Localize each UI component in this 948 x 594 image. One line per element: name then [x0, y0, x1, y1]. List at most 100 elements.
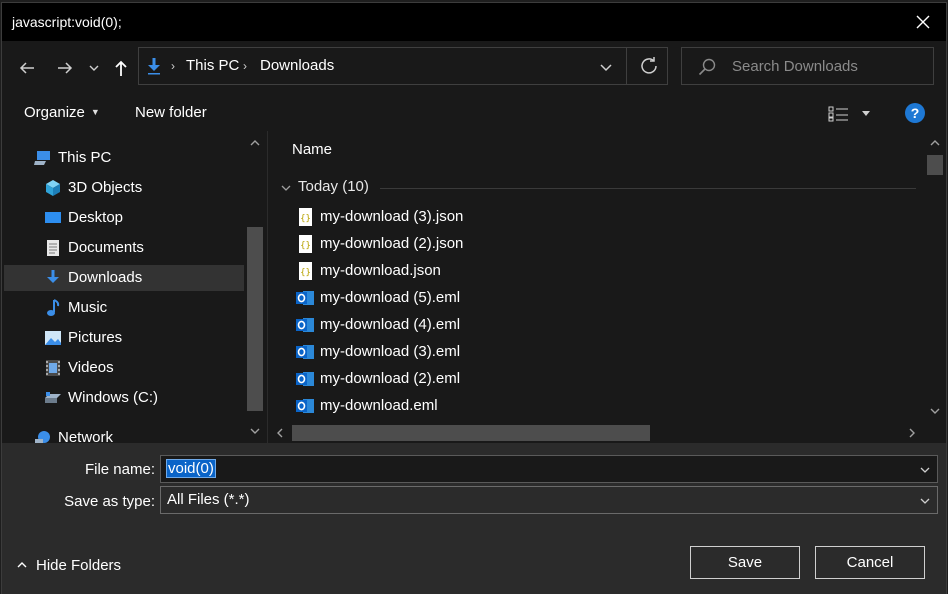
group-label: Today (10) — [298, 178, 369, 195]
breadcrumb-this-pc[interactable]: This PC — [186, 57, 239, 74]
organize-label: Organize — [24, 104, 85, 121]
search-box[interactable]: Search Downloads — [681, 47, 934, 85]
file-name-input[interactable]: void(0) — [166, 459, 216, 478]
file-name-field[interactable]: void(0) — [160, 455, 938, 483]
outlook-file-icon — [296, 399, 314, 413]
scrollbar-thumb[interactable] — [292, 425, 650, 441]
navigation-bar: › This PC › Downloads Search Downloads — [2, 41, 946, 95]
up-button[interactable] — [108, 55, 134, 81]
download-icon — [148, 58, 160, 75]
group-header-today[interactable]: Today (10) — [278, 178, 918, 200]
file-list-vertical-scrollbar[interactable] — [924, 131, 946, 423]
scrollbar-thumb[interactable] — [247, 227, 263, 411]
desktop-icon — [45, 212, 61, 223]
scrollbar-thumb[interactable] — [927, 155, 943, 175]
sidebar-item-network[interactable]: Network — [4, 425, 244, 443]
outlook-file-icon — [296, 345, 314, 359]
file-row[interactable]: my-download (5).eml — [292, 285, 912, 311]
sidebar-item-music[interactable]: Music — [4, 295, 244, 321]
chevron-right-icon[interactable] — [906, 427, 918, 439]
address-bar[interactable]: › This PC › Downloads — [138, 47, 668, 85]
file-name-label: File name: — [84, 461, 155, 478]
drive-icon — [45, 392, 61, 403]
help-button[interactable]: ? — [905, 103, 925, 123]
file-name: my-download.json — [320, 262, 441, 279]
back-button[interactable] — [14, 55, 40, 81]
forward-button[interactable] — [52, 55, 78, 81]
new-folder-button[interactable]: New folder — [135, 104, 207, 121]
sidebar-item-documents[interactable]: Documents — [4, 235, 244, 261]
list-view-icon — [828, 106, 848, 122]
sidebar-item-label: Downloads — [68, 269, 143, 286]
sidebar-item-windows-c[interactable]: Windows (C:) — [4, 385, 244, 411]
sidebar-item-label: Pictures — [68, 329, 123, 346]
file-row[interactable]: {} my-download.json — [292, 258, 912, 284]
sidebar-item-label: Network — [58, 429, 114, 443]
close-button[interactable] — [900, 3, 946, 41]
caret-down-icon: ▼ — [90, 107, 100, 117]
cancel-button[interactable]: Cancel — [815, 546, 925, 579]
chevron-left-icon[interactable] — [274, 427, 286, 439]
close-icon — [916, 15, 930, 29]
chevron-down-icon[interactable] — [597, 58, 615, 76]
sidebar-item-label: Music — [68, 299, 108, 316]
file-name: my-download.eml — [320, 397, 438, 414]
arrow-right-icon — [58, 62, 73, 74]
file-row[interactable]: my-download.eml — [292, 393, 912, 419]
file-row[interactable]: {} my-download (3).json — [292, 204, 912, 230]
breadcrumb-separator: › — [243, 59, 247, 73]
recent-locations-button[interactable] — [84, 55, 104, 81]
video-icon — [46, 360, 60, 376]
outlook-file-icon — [296, 318, 314, 332]
organize-button[interactable]: Organize ▼ — [24, 104, 100, 121]
file-row[interactable]: {} my-download (2).json — [292, 231, 912, 257]
sidebar-item-pictures[interactable]: Pictures — [4, 325, 244, 351]
save-as-type-value: All Files (*.*) — [167, 491, 250, 508]
sidebar-item-downloads[interactable]: Downloads — [4, 265, 244, 291]
outlook-file-icon — [296, 372, 314, 386]
chevron-up-icon[interactable] — [929, 137, 941, 149]
save-as-type-label: Save as type: — [64, 493, 155, 510]
refresh-icon[interactable] — [639, 56, 659, 76]
sidebar-item-videos[interactable]: Videos — [4, 355, 244, 381]
chevron-down-icon[interactable] — [929, 405, 941, 417]
download-icon — [47, 270, 59, 283]
sidebar-item-desktop[interactable]: Desktop — [4, 205, 244, 231]
navigation-scrollbar[interactable] — [244, 131, 266, 443]
chevron-down-icon[interactable] — [919, 464, 931, 476]
svg-text:{}: {} — [300, 241, 311, 251]
command-toolbar: Organize ▼ New folder ? — [2, 95, 946, 131]
column-header-name[interactable]: Name — [292, 141, 332, 158]
navigation-pane: This PC 3D Objects Desktop Documents Dow… — [2, 131, 267, 443]
chevron-up-icon[interactable] — [249, 137, 261, 149]
hide-folders-button[interactable]: Hide Folders — [16, 557, 121, 574]
save-button[interactable]: Save — [690, 546, 800, 579]
music-icon — [47, 299, 60, 316]
sidebar-item-this-pc[interactable]: This PC — [4, 145, 244, 171]
save-form: File name: void(0) Save as type: All Fil… — [2, 443, 946, 594]
cube-icon — [46, 180, 60, 196]
outlook-file-icon — [296, 291, 314, 305]
arrow-left-icon — [19, 62, 34, 74]
file-row[interactable]: my-download (4).eml — [292, 312, 912, 338]
file-name: my-download (3).eml — [320, 343, 461, 360]
chevron-down-icon — [920, 498, 930, 504]
divider — [626, 48, 627, 84]
file-row[interactable]: my-download (3).eml — [292, 339, 912, 365]
file-row[interactable]: my-download (2).eml — [292, 366, 912, 392]
sidebar-item-label: Documents — [68, 239, 144, 256]
sidebar-item-3d-objects[interactable]: 3D Objects — [4, 175, 244, 201]
chevron-up-icon — [17, 562, 27, 568]
sidebar-item-label: This PC — [58, 149, 112, 166]
search-input[interactable]: Search Downloads — [732, 58, 858, 75]
arrow-up-icon — [115, 60, 127, 76]
file-list-horizontal-scrollbar[interactable] — [268, 423, 924, 443]
breadcrumb-downloads[interactable]: Downloads — [260, 57, 334, 74]
change-view-button[interactable] — [828, 104, 876, 124]
file-name: my-download (3).json — [320, 208, 464, 225]
file-list-pane: Name Today (10) {} my-download (3).json … — [268, 131, 946, 443]
chevron-down-icon[interactable] — [249, 425, 261, 437]
json-file-icon: {} — [299, 262, 312, 280]
save-as-type-select[interactable]: All Files (*.*) — [160, 486, 938, 514]
hide-folders-label: Hide Folders — [36, 557, 122, 574]
